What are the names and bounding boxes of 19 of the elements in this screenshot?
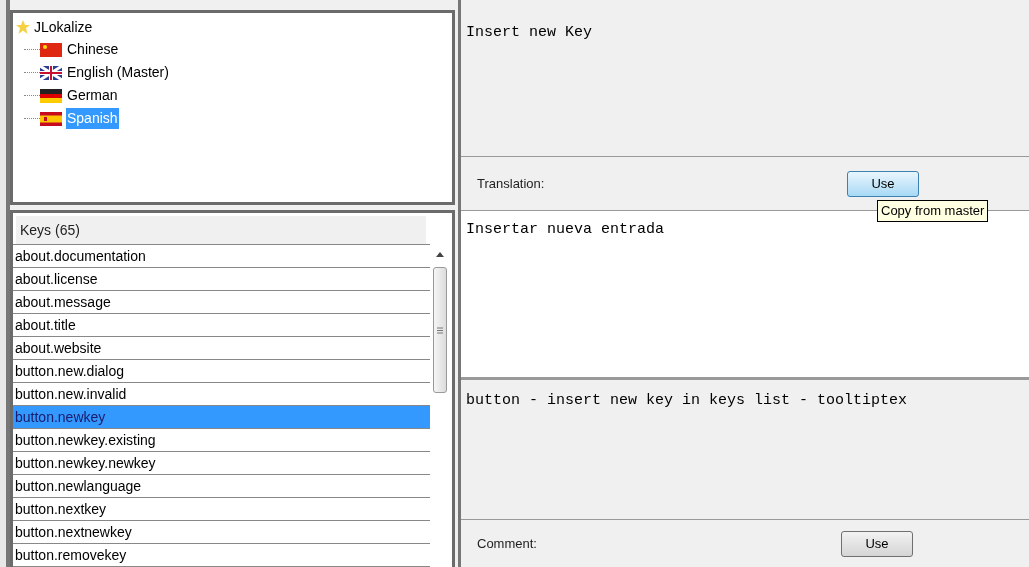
- use-button[interactable]: Use: [847, 170, 919, 197]
- translation-label: Translation:: [477, 174, 546, 193]
- keys-header: Keys (65): [16, 216, 426, 244]
- flag-icon: [40, 88, 62, 103]
- flag-icon: [40, 65, 62, 80]
- tree-item[interactable]: German: [66, 85, 119, 106]
- scroll-up-icon[interactable]: [436, 252, 444, 257]
- grip-icon: [437, 326, 443, 334]
- tree-item[interactable]: Chinese: [66, 39, 120, 60]
- flag-icon: [40, 42, 62, 57]
- tree-item[interactable]: English (Master): [66, 62, 170, 83]
- tooltip: Copy from master: [877, 200, 989, 222]
- star-icon: [16, 20, 30, 34]
- use-button[interactable]: Use: [841, 530, 913, 557]
- comment-label: Comment:: [477, 534, 538, 553]
- scroll-thumb[interactable]: [433, 267, 447, 393]
- key-row[interactable]: button.newkey: [13, 406, 430, 429]
- flag-icon: [40, 111, 62, 126]
- tree-root[interactable]: JLokalize: [34, 16, 93, 38]
